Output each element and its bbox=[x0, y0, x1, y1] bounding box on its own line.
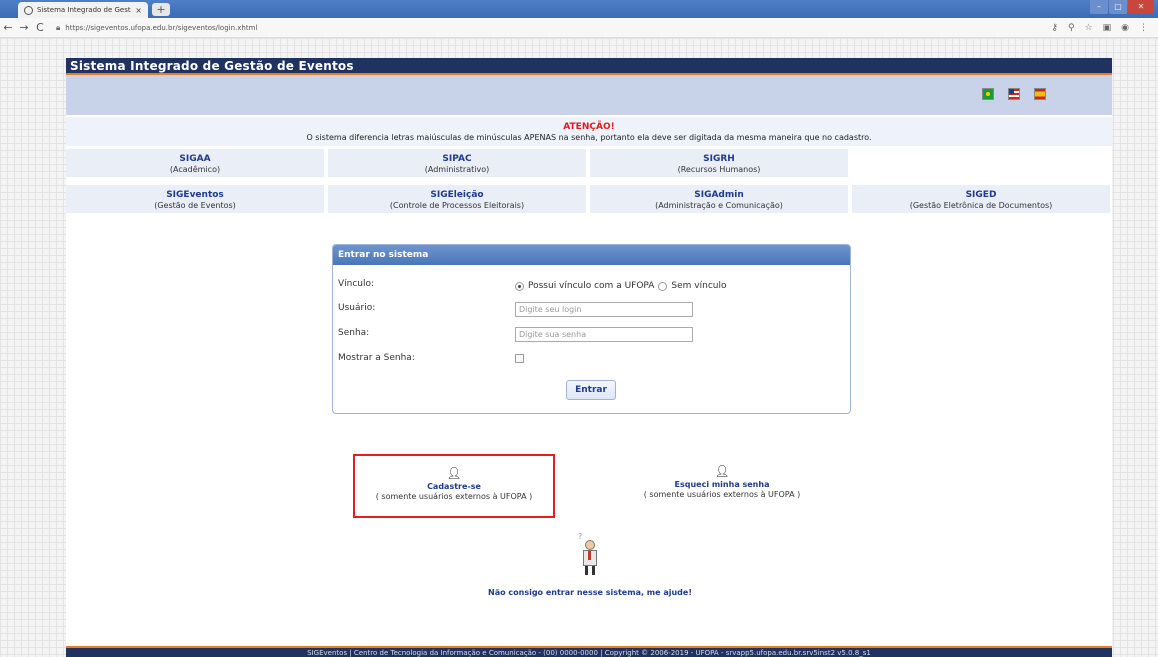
system-name[interactable]: SIGAdmin bbox=[590, 190, 848, 200]
usuario-field-wrap bbox=[515, 302, 693, 317]
page-footer: SIGEventos | Centro de Tecnologia da Inf… bbox=[66, 646, 1112, 657]
tab-title: Sistema Integrado de Gestão de bbox=[37, 6, 131, 14]
brazil-flag-icon[interactable] bbox=[982, 88, 994, 100]
senha-label: Senha: bbox=[338, 328, 370, 338]
menu-icon[interactable]: ⋮ bbox=[1139, 23, 1148, 33]
tab-close-button[interactable]: × bbox=[135, 6, 148, 15]
close-window-icon[interactable]: ✕ bbox=[1128, 0, 1154, 14]
warning-title: ATENÇÃO! bbox=[563, 122, 615, 132]
senha-field-wrap bbox=[515, 327, 693, 342]
zoom-icon[interactable]: ⚲ bbox=[1068, 23, 1075, 33]
forward-button[interactable]: → bbox=[16, 21, 32, 34]
browser-toolbar: ← → C 🔒︎ https://sigeventos.ufopa.edu.br… bbox=[0, 18, 1158, 38]
system-link-sipac[interactable]: SIPAC (Administrativo) bbox=[328, 149, 586, 177]
system-name[interactable]: SIGAA bbox=[66, 154, 324, 164]
system-desc: (Acadêmico) bbox=[169, 165, 221, 174]
language-band bbox=[66, 75, 1112, 115]
system-link-sigadmin[interactable]: SIGAdmin (Administração e Comunicação) bbox=[590, 185, 848, 213]
user-add-icon: 👤︎ bbox=[446, 466, 462, 480]
vinculo-radio-ufopa[interactable] bbox=[515, 281, 524, 291]
system-title: Sistema Integrado de Gestão de Eventos bbox=[66, 58, 1112, 75]
system-desc: (Controle de Processos Eleitorais) bbox=[389, 201, 525, 210]
browser-tab[interactable]: Sistema Integrado de Gestão de × bbox=[18, 2, 148, 18]
system-desc: (Gestão Eletrônica de Documentos) bbox=[909, 201, 1053, 210]
minimize-icon[interactable]: – bbox=[1090, 0, 1108, 14]
system-link-siged[interactable]: SIGED (Gestão Eletrônica de Documentos) bbox=[852, 185, 1110, 213]
language-flags bbox=[982, 88, 1046, 100]
usa-flag-icon[interactable] bbox=[1008, 88, 1020, 100]
system-desc: (Gestão de Eventos) bbox=[154, 201, 236, 210]
system-link-sigeleicao[interactable]: SIGEleição (Controle de Processos Eleito… bbox=[328, 185, 586, 213]
user-key-icon: 👤︎ bbox=[714, 464, 730, 478]
help-link[interactable]: ? Não consigo entrar nesse sistema, me a… bbox=[460, 532, 720, 597]
new-tab-button[interactable]: + bbox=[152, 3, 170, 16]
cadastre-title[interactable]: Cadastre-se bbox=[355, 482, 553, 491]
extension-icon[interactable]: ▣ bbox=[1103, 23, 1112, 33]
systems-row-1: SIGAA (Acadêmico) SIPAC (Administrativo)… bbox=[66, 149, 1112, 177]
system-desc: (Recursos Humanos) bbox=[677, 165, 761, 174]
esqueci-subtitle: ( somente usuários externos à UFOPA ) bbox=[643, 490, 801, 499]
vinculo-options: Possui vínculo com a UFOPA Sem vínculo bbox=[515, 281, 727, 291]
system-desc: (Administração e Comunicação) bbox=[655, 201, 783, 210]
spain-flag-icon[interactable] bbox=[1034, 88, 1046, 100]
maximize-icon[interactable]: ▢ bbox=[1109, 0, 1127, 14]
vinculo-option-sem-label[interactable]: Sem vínculo bbox=[671, 281, 726, 291]
mostrar-senha-checkbox[interactable] bbox=[515, 354, 524, 363]
key-icon[interactable]: ⚷ bbox=[1051, 23, 1058, 33]
system-name[interactable]: SIGEventos bbox=[66, 190, 324, 200]
cadastre-subtitle: ( somente usuários externos à UFOPA ) bbox=[375, 492, 533, 501]
entrar-button[interactable]: Entrar bbox=[566, 380, 616, 400]
usuario-input[interactable] bbox=[515, 302, 693, 317]
mostrar-senha-wrap bbox=[515, 354, 524, 363]
esqueci-senha-link[interactable]: 👤︎ Esqueci minha senha ( somente usuário… bbox=[621, 464, 823, 499]
system-name[interactable]: SIGRH bbox=[590, 154, 848, 164]
system-name[interactable]: SIGED bbox=[852, 190, 1110, 200]
star-icon[interactable]: ☆ bbox=[1085, 23, 1093, 33]
usuario-label: Usuário: bbox=[338, 303, 376, 313]
system-name[interactable]: SIGEleição bbox=[328, 190, 586, 200]
window-controls: – ▢ ✕ bbox=[1090, 0, 1154, 14]
vinculo-radio-sem[interactable] bbox=[658, 281, 668, 291]
warning-text: O sistema diferencia letras maiúsculas d… bbox=[306, 133, 872, 142]
toolbar-icons: ⚷ ⚲ ☆ ▣ ◉ ⋮ bbox=[1051, 23, 1158, 33]
help-text[interactable]: Não consigo entrar nesse sistema, me aju… bbox=[460, 588, 720, 597]
page-container: Sistema Integrado de Gestão de Eventos A… bbox=[66, 58, 1112, 657]
empty-cell bbox=[852, 149, 1110, 177]
system-link-sigeventos[interactable]: SIGEventos (Gestão de Eventos) bbox=[66, 185, 324, 213]
senha-input[interactable] bbox=[515, 327, 693, 342]
warning-box: ATENÇÃO! O sistema diferencia letras mai… bbox=[66, 117, 1112, 146]
system-name[interactable]: SIPAC bbox=[328, 154, 586, 164]
lock-icon: 🔒︎ bbox=[56, 22, 61, 32]
profile-icon[interactable]: ◉ bbox=[1121, 23, 1129, 33]
vinculo-option-ufopa-label[interactable]: Possui vínculo com a UFOPA bbox=[528, 281, 654, 291]
confused-person-icon: ? bbox=[578, 532, 602, 576]
vinculo-label: Vínculo: bbox=[338, 279, 375, 289]
login-heading: Entrar no sistema bbox=[333, 245, 850, 265]
back-button[interactable]: ← bbox=[0, 21, 16, 34]
mostrar-senha-label: Mostrar a Senha: bbox=[338, 353, 415, 363]
system-desc: (Administrativo) bbox=[424, 165, 490, 174]
system-link-sigaa[interactable]: SIGAA (Acadêmico) bbox=[66, 149, 324, 177]
browser-tabstrip: Sistema Integrado de Gestão de × + – ▢ ✕ bbox=[0, 0, 1158, 18]
login-form: Entrar no sistema Vínculo: Possui víncul… bbox=[332, 244, 851, 414]
system-link-sigrh[interactable]: SIGRH (Recursos Humanos) bbox=[590, 149, 848, 177]
esqueci-title[interactable]: Esqueci minha senha bbox=[621, 480, 823, 489]
systems-row-2: SIGEventos (Gestão de Eventos) SIGEleiçã… bbox=[66, 185, 1112, 213]
address-bar[interactable]: 🔒︎ https://sigeventos.ufopa.edu.br/sigev… bbox=[56, 20, 1051, 36]
globe-icon bbox=[24, 5, 33, 15]
cadastre-se-link[interactable]: 👤︎ Cadastre-se ( somente usuários extern… bbox=[353, 454, 555, 518]
reload-button[interactable]: C bbox=[32, 21, 48, 34]
url-text[interactable]: https://sigeventos.ufopa.edu.br/sigevent… bbox=[65, 24, 257, 32]
